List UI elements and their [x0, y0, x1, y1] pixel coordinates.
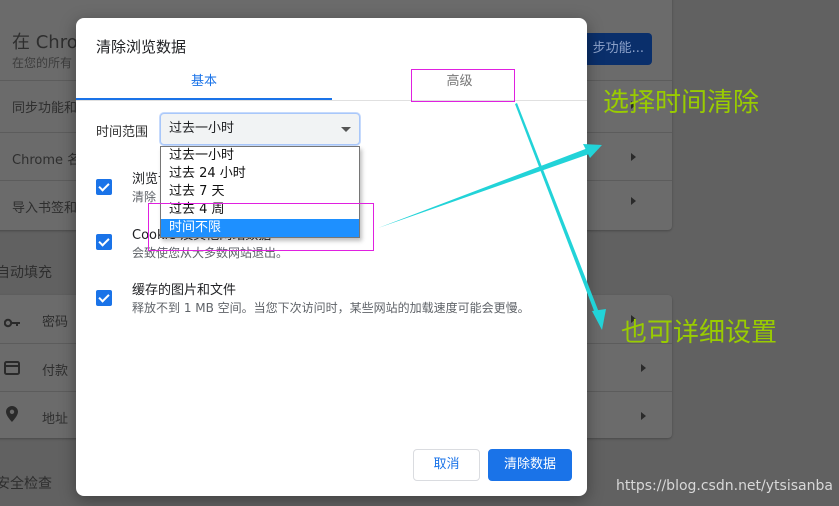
arrow-to-select-time: [378, 144, 602, 228]
annotation-arrows: [378, 103, 606, 330]
annotation-advanced-settings-text: 也可详细设置: [621, 318, 778, 348]
annotation-select-time-text: 选择时间清除: [603, 88, 760, 118]
arrow-to-advanced-settings: [515, 103, 606, 330]
watermark: https://blog.csdn.net/ytsisanba: [616, 478, 833, 494]
